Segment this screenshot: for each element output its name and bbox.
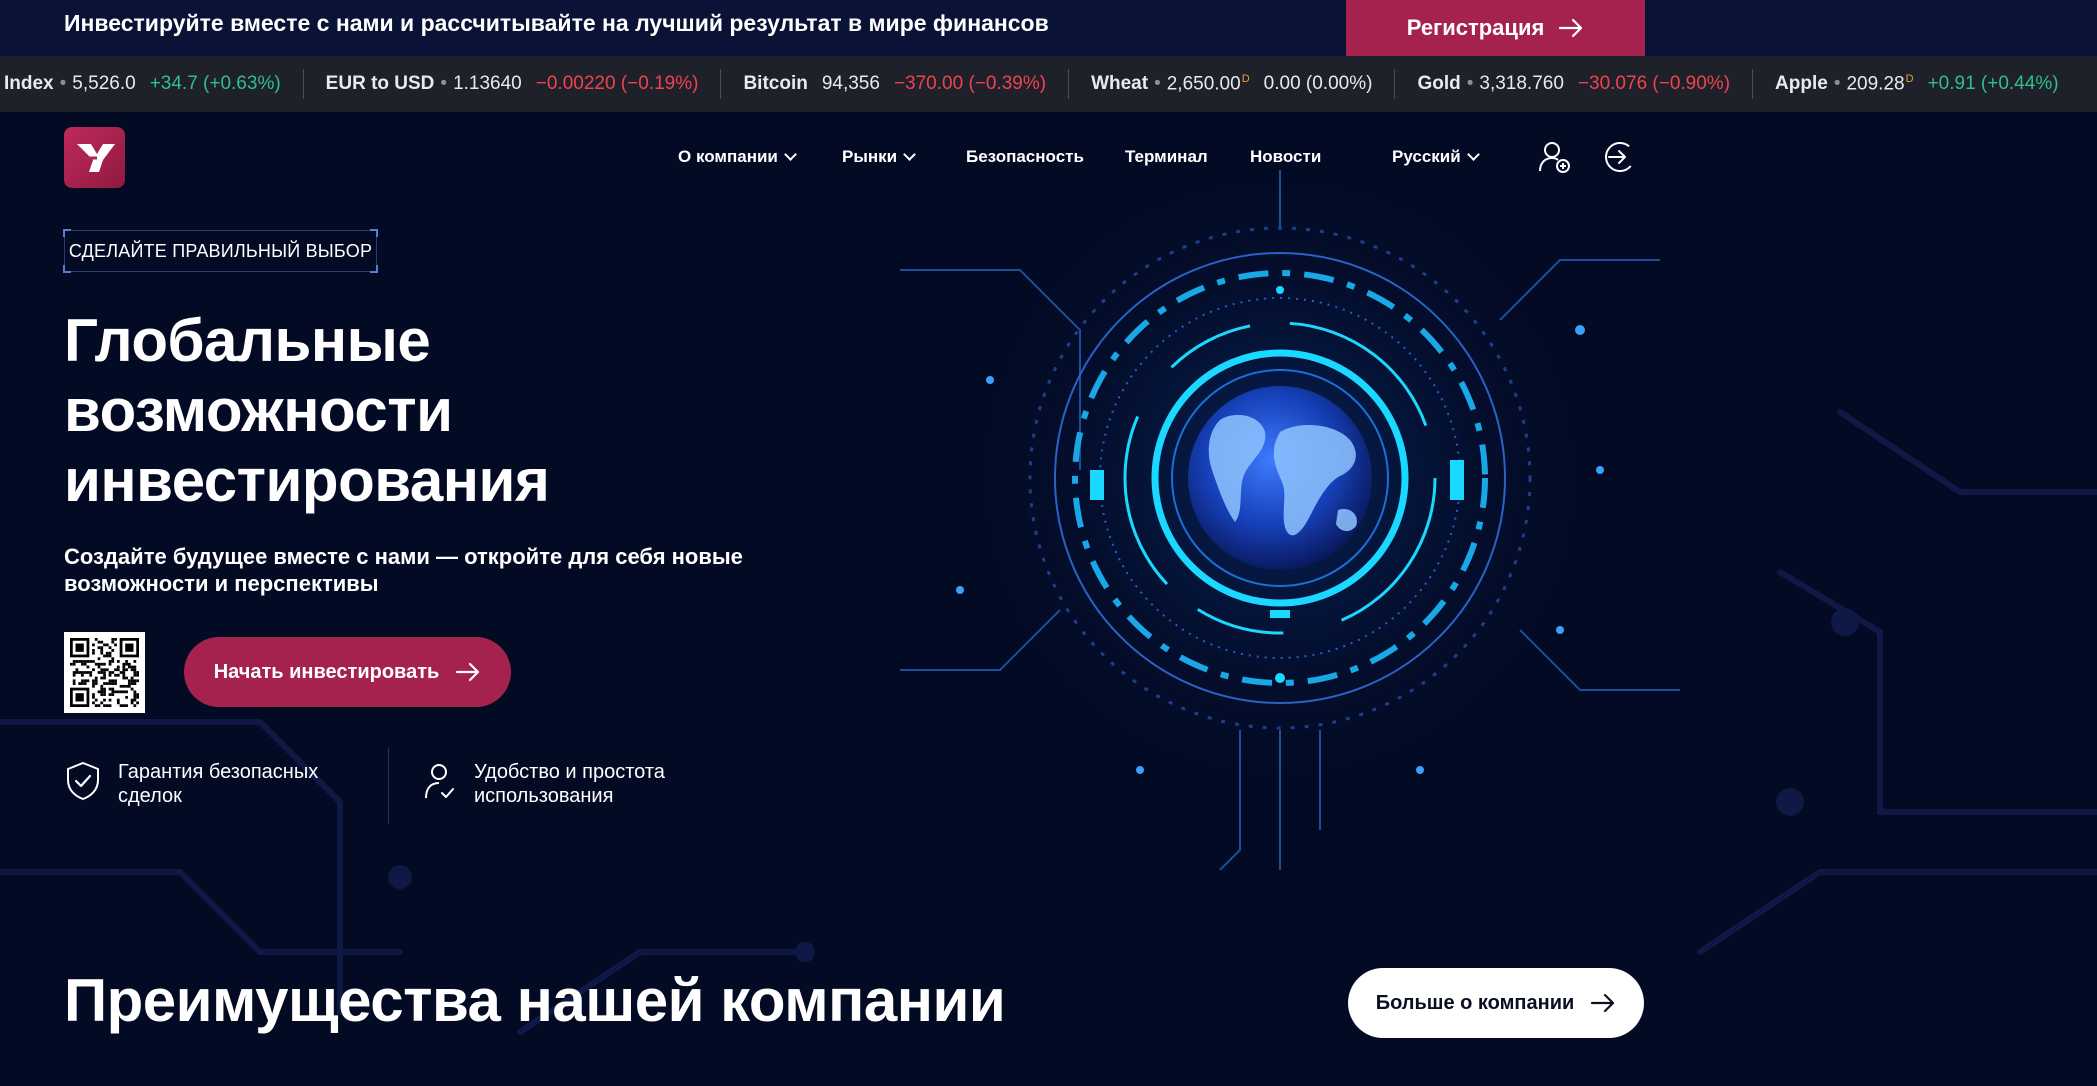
ticker-name: Bitcoin <box>743 73 808 94</box>
language-label: Русский <box>1392 147 1461 166</box>
hero-title: Глобальные возможности инвестирования <box>64 306 684 516</box>
ticker-dot: • <box>1154 73 1161 94</box>
hero-title-line: Глобальные <box>64 307 431 374</box>
nav-terminal[interactable]: Терминал <box>1125 140 1208 174</box>
ticker-name: Index <box>4 73 54 94</box>
nav-markets[interactable]: Рынки <box>842 140 916 174</box>
ticker-dot: • <box>1466 73 1474 94</box>
language-selector[interactable]: Русский <box>1392 140 1480 174</box>
start-investing-button[interactable]: Начать инвестировать <box>184 637 511 707</box>
more-about-company-button[interactable]: Больше о компании <box>1348 968 1644 1038</box>
ticker-change: −370.00 (−0.39%) <box>893 73 1047 94</box>
ticker-change: 0.00 (0.00%) <box>1263 73 1373 94</box>
ticker-item[interactable]: Gold • 3,318.760 −30.076 (−0.90%) <box>1395 56 1752 112</box>
feature-divider <box>388 748 389 824</box>
register-label: Регистрация <box>1406 15 1545 40</box>
nav-security[interactable]: Безопасность <box>966 140 1084 174</box>
feature-text: Гарантия безопасных сделок <box>118 761 319 807</box>
nav-news-label: Новости <box>1250 147 1322 166</box>
ticker-price-value: 209.28 <box>1846 73 1905 95</box>
hero-subtitle: Создайте будущее вместе с нами — откройт… <box>64 544 743 596</box>
chevron-down-icon <box>783 148 797 161</box>
ticker-dot: • <box>440 73 448 94</box>
feature-ease-of-use: Удобство и простота использования <box>420 760 714 808</box>
company-logo[interactable] <box>64 127 125 188</box>
more-about-company-label: Больше о компании <box>1375 991 1575 1014</box>
ticker-price: 94,356 <box>822 73 880 95</box>
globe-illustration <box>900 170 1680 870</box>
nav-terminal-label: Терминал <box>1125 147 1208 166</box>
section-title: Преимущества нашей компании <box>64 967 1006 1034</box>
tag-corner <box>370 265 378 273</box>
feature-text: Удобство и простота использования <box>474 761 665 807</box>
hero-title-line: возможности <box>64 377 453 444</box>
arrow-right-icon <box>1591 993 1615 1013</box>
start-investing-label: Начать инвестировать <box>213 660 440 683</box>
register-button[interactable]: Регистрация <box>1346 0 1645 56</box>
tag-corner <box>370 229 378 237</box>
ticker-dot: • <box>59 73 67 94</box>
ticker-dot: • <box>1833 73 1841 94</box>
ticker-price: 3,318.760 <box>1479 73 1564 95</box>
promo-text: Инвестируйте вместе с нами и рассчитывай… <box>64 10 1049 36</box>
ticker-price: 5,526.0 <box>72 73 135 95</box>
user-add-icon[interactable] <box>1538 140 1572 174</box>
ticker-change: +0.91 (+0.44%) <box>1927 73 2059 94</box>
nav-security-label: Безопасность <box>966 147 1084 166</box>
ticker-price-value: 1.13640 <box>453 73 522 94</box>
ticker-item[interactable]: EUR to USD • 1.13640 −0.00220 (−0.19%) <box>304 56 721 112</box>
feature-safe-deals: Гарантия безопасных сделок <box>64 760 358 808</box>
ticker-item[interactable]: Bitcoin 94,356 −370.00 (−0.39%) <box>721 56 1068 112</box>
promo-bar: Инвестируйте вместе с нами и рассчитывай… <box>0 0 2097 56</box>
nav-markets-label: Рынки <box>842 147 898 166</box>
ticker-price: 2,650.00D <box>1167 73 1250 95</box>
logo-mark-icon <box>76 143 115 172</box>
ticker-track: Index • 5,526.0 +34.7 (+0.63%) EUR to USD • 1.… <box>0 56 2081 112</box>
ticker-price-value: 3,318.760 <box>1479 73 1564 94</box>
user-check-icon <box>425 764 454 799</box>
qr-code-image <box>70 638 139 707</box>
ticker-name: Wheat <box>1091 73 1149 94</box>
arrow-right-icon <box>456 662 480 682</box>
ticker-price-value: 94,356 <box>821 73 880 94</box>
nav-news[interactable]: Новости <box>1250 140 1321 174</box>
ticker-change: −30.076 (−0.90%) <box>1577 73 1731 94</box>
ticker-price: 1.13640 <box>453 73 522 95</box>
delayed-marker: D <box>1241 72 1250 85</box>
tag-corner <box>63 229 71 237</box>
delayed-marker: D <box>1905 72 1914 85</box>
ticker-name: Gold <box>1417 73 1461 94</box>
arrow-right-icon <box>1559 18 1583 38</box>
shield-check-icon <box>67 761 99 801</box>
qr-code[interactable] <box>64 632 145 713</box>
ticker-price: 209.28D <box>1846 73 1913 95</box>
ticker-name: Apple <box>1775 73 1828 94</box>
hero-title-line: инвестирования <box>64 447 550 514</box>
nav-about[interactable]: О компании <box>678 140 797 174</box>
ticker-item[interactable]: Index • 5,526.0 +34.7 (+0.63%) <box>0 56 303 112</box>
chevron-down-icon <box>1466 148 1480 161</box>
nav-about-label: О компании <box>678 147 778 166</box>
tag-corner <box>63 265 71 273</box>
ticker-name: EUR to USD <box>325 73 435 94</box>
ticker-price-value: 2,650.00 <box>1166 73 1241 95</box>
ticker-change: −0.00220 (−0.19%) <box>535 73 699 94</box>
hero-tag: СДЕЛАЙТЕ ПРАВИЛЬНЫЙ ВЫБОР <box>63 229 378 273</box>
ticker-item[interactable]: Apple • 209.28D +0.91 (+0.44%) <box>1753 56 2081 112</box>
ticker-price-value: 5,526.0 <box>72 73 136 94</box>
hero-tag-label: СДЕЛАЙТЕ ПРАВИЛЬНЫЙ ВЫБОР <box>68 240 373 261</box>
chevron-down-icon <box>903 148 916 161</box>
ticker-change: +34.7 (+0.63%) <box>149 73 281 94</box>
ticker-item[interactable]: Wheat • 2,650.00D 0.00 (0.00%) <box>1069 56 1394 112</box>
login-icon[interactable] <box>1603 140 1637 174</box>
market-ticker: Index • 5,526.0 +34.7 (+0.63%) EUR to USD • 1.… <box>0 56 2097 112</box>
